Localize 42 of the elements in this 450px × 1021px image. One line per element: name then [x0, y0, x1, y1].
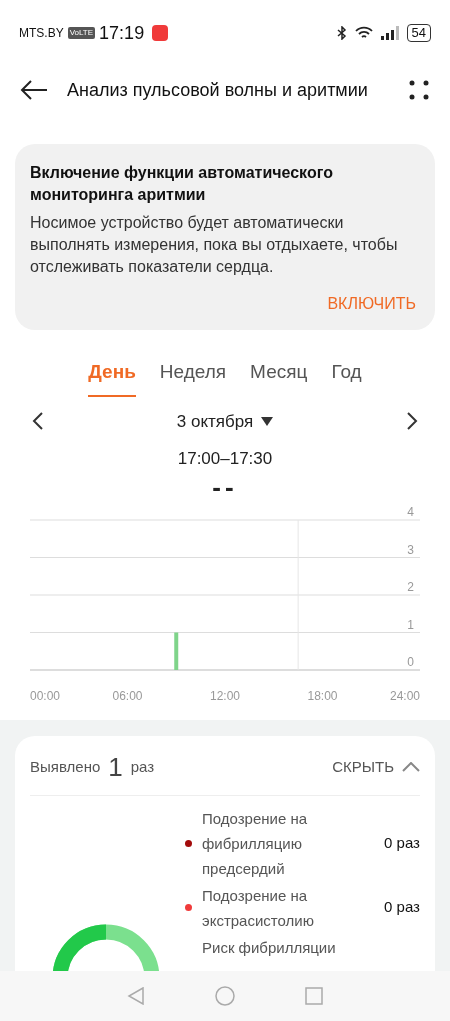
x-tick-label: 06:00: [112, 688, 143, 702]
back-icon[interactable]: [20, 79, 48, 101]
y-tick-label: 0: [407, 654, 414, 669]
finding-label: Подозрение на экстрасистолию: [202, 885, 315, 931]
chart-bar: [174, 632, 179, 670]
page-title: Анализ пульсовой волны и аритмии: [67, 78, 369, 102]
battery-indicator: 54: [406, 24, 431, 42]
x-tick-label: 00:00: [30, 688, 61, 702]
detected-label: Выявлено: [30, 756, 101, 777]
dropdown-icon: [261, 416, 274, 426]
hide-button[interactable]: СКРЫТЬ: [332, 755, 420, 779]
period-tab[interactable]: Год: [331, 358, 362, 397]
app-icon: [152, 25, 169, 41]
date-picker[interactable]: 3 октября: [176, 408, 274, 434]
bluetooth-icon: [336, 26, 347, 40]
carrier: MTS.BY: [19, 25, 64, 42]
next-icon[interactable]: [406, 412, 418, 431]
wifi-icon: [354, 26, 373, 40]
period-tab[interactable]: Неделя: [159, 358, 227, 397]
clock: 17:19: [99, 21, 145, 45]
finding-count: 0 раз: [384, 832, 420, 853]
y-tick-label: 1: [407, 617, 414, 631]
detected-count: 1: [108, 750, 123, 784]
y-tick-label: 2: [407, 579, 414, 594]
volte-badge: VoLTE: [67, 27, 96, 39]
banner-text: Носимое устройство будет автоматически выполнять измерения, пока вы отдыхаете, чтобы отслеживать показатели сердца.: [30, 213, 399, 277]
y-tick-label: 3: [407, 542, 414, 556]
time-range: 17:00–17:30: [176, 448, 274, 470]
finding-label: Риск фибрилляции: [202, 937, 337, 958]
reading-value: --: [211, 471, 239, 502]
signal-icon: [380, 26, 399, 40]
more-icon[interactable]: [408, 79, 430, 101]
period-tab[interactable]: Месяц: [250, 358, 308, 397]
previous-icon[interactable]: [32, 412, 44, 431]
finding-count: 0 раз: [384, 897, 420, 918]
x-tick-label: 12:00: [210, 688, 240, 702]
x-tick-label: 18:00: [307, 688, 338, 702]
x-tick-label: 24:00: [389, 688, 420, 702]
count-unit: раз: [130, 756, 155, 777]
finding-label: Подозрение на фибрилляцию предсердий: [202, 808, 309, 879]
banner-title: Включение функции автоматического мониторинга аритмии: [30, 163, 334, 205]
y-tick-label: 4: [407, 504, 414, 519]
